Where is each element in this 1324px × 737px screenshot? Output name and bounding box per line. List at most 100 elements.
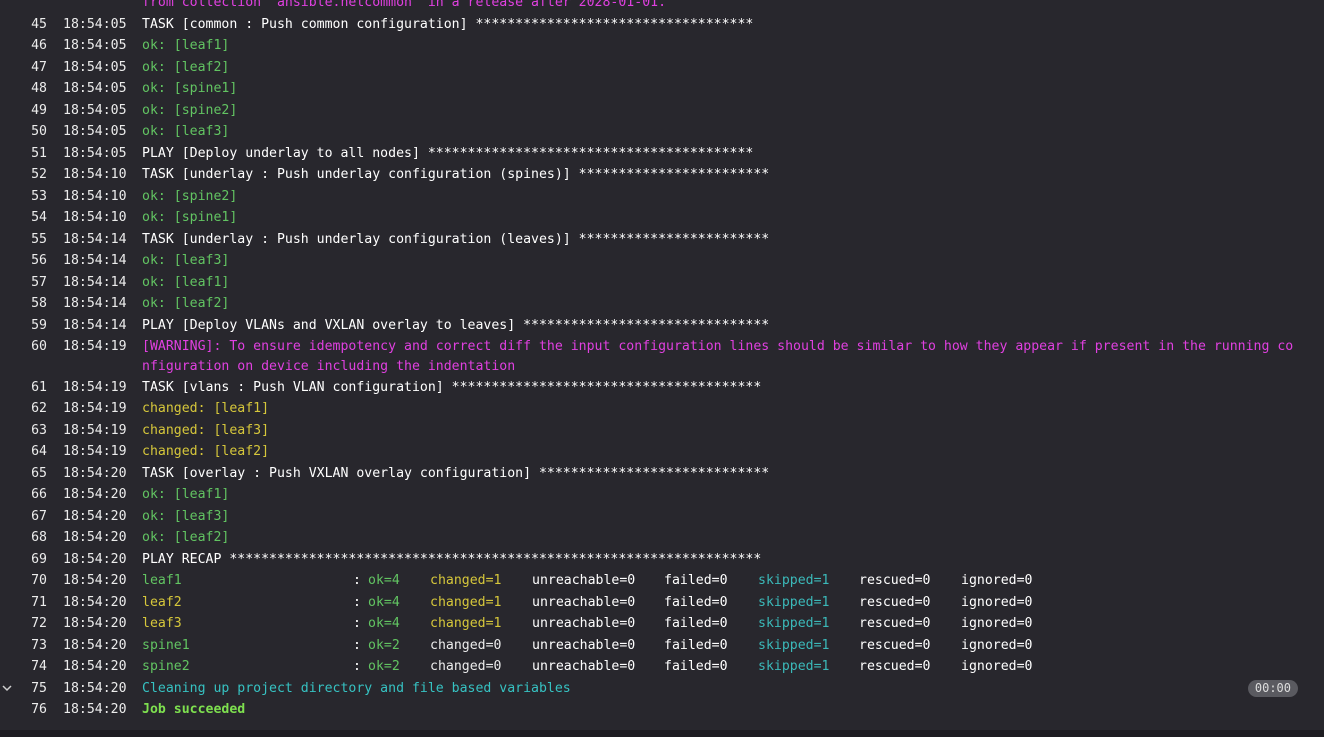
line-number: 56 [31, 253, 47, 268]
line-text: ok: [leaf2] [142, 530, 230, 545]
line-text: changed: [leaf1] [142, 401, 270, 416]
log-line: 65 18:54:20 TASK [overlay : Push VXLAN ove… [0, 463, 1324, 485]
log-line: 60 18:54:19 [WARNING]: To ensure idempoten… [0, 336, 1324, 377]
recap-failed: failed=0 [664, 594, 728, 610]
line-number: 52 [31, 167, 47, 182]
recap-changed: changed=0 [430, 659, 502, 674]
recap-unreach: unreachable=0 [532, 594, 636, 610]
line-number: 50 [31, 124, 47, 139]
line-timestamp: 18:54:19 [63, 422, 127, 438]
log-line: 62 18:54:19 changed: [leaf1] [0, 398, 1324, 420]
log-line: 69 18:54:20 PLAY RECAP *******************… [0, 549, 1324, 571]
line-text: ok: [spine1] [142, 81, 238, 96]
line-text: Job succeeded [142, 702, 246, 717]
line-text: ok: [leaf1] [142, 38, 230, 53]
line-timestamp: 18:54:10 [63, 210, 127, 225]
recap-failed: failed=0 [664, 637, 728, 653]
section-duration-badge: 00:00 [1247, 679, 1298, 697]
log-line: 63 18:54:19 changed: [leaf3] [0, 420, 1324, 442]
log-line: 72 18:54:20 leaf3: ok=4 changed=1 unreachable… [0, 613, 1324, 635]
line-timestamp: 18:54:05 [63, 124, 127, 139]
recap-unreach: unreachable=0 [532, 637, 636, 653]
line-timestamp: 18:54:20 [63, 637, 127, 653]
line-timestamp: 18:54:14 [63, 296, 127, 311]
recap-skipped: skipped=1 [758, 573, 830, 588]
recap-rescued: rescued=0 [859, 637, 931, 653]
line-timestamp: 18:54:19 [63, 444, 127, 459]
recap-sep: : [353, 616, 361, 631]
line-timestamp: 18:54:20 [63, 551, 127, 567]
line-text: TASK [underlay : Push underlay configura… [142, 167, 770, 182]
recap-sep: : [353, 594, 361, 610]
line-number: 62 [31, 401, 47, 416]
recap-ok: ok=4 [368, 573, 400, 588]
line-timestamp: 18:54:20 [63, 573, 127, 588]
log-line: 46 18:54:05 ok: [leaf1] [0, 35, 1324, 57]
line-number: 53 [31, 188, 47, 204]
line-timestamp: 18:54:14 [63, 253, 127, 268]
line-number: 72 [31, 616, 47, 631]
log-line: 51 18:54:05 PLAY [Deploy underlay to all n… [0, 143, 1324, 165]
recap-ignored: ignored=0 [961, 637, 1033, 653]
log-line: 73 18:54:20 spine1: ok=2 changed=0 unreachabl… [0, 635, 1324, 657]
recap-ignored: ignored=0 [961, 616, 1033, 631]
log-line: 74 18:54:20 spine2: ok=2 changed=0 unreachabl… [0, 656, 1324, 678]
line-number: 57 [31, 274, 47, 290]
line-text: ok: [leaf2] [142, 59, 230, 75]
line-text: ok: [leaf3] [142, 253, 230, 268]
recap-changed: changed=1 [430, 573, 502, 588]
line-text: TASK [vlans : Push VLAN configuration] *… [142, 379, 762, 395]
line-text: ok: [leaf2] [142, 296, 230, 311]
line-number: 66 [31, 487, 47, 502]
line-text: PLAY RECAP *****************************… [142, 551, 762, 567]
line-timestamp: 18:54:05 [63, 81, 127, 96]
line-number: 60 [31, 339, 47, 354]
log-line: 45 18:54:05 TASK [common : Push common con… [0, 14, 1324, 36]
line-number: 55 [31, 231, 47, 247]
recap-host: leaf1 [142, 573, 182, 588]
recap-skipped: skipped=1 [758, 594, 830, 610]
line-text: ok: [spine1] [142, 210, 238, 225]
log-bottom-bar [0, 730, 1324, 737]
recap-rescued: rescued=0 [859, 594, 931, 610]
line-number: 61 [31, 379, 47, 395]
recap-failed: failed=0 [664, 616, 728, 631]
line-timestamp: 18:54:20 [63, 680, 127, 696]
log-line: 53 18:54:10 ok: [spine2] [0, 186, 1324, 208]
log-line: 71 18:54:20 leaf2: ok=4 changed=1 unreachable… [0, 592, 1324, 614]
log-line: 66 18:54:20 ok: [leaf1] [0, 484, 1324, 506]
line-text: changed: [leaf2] [142, 444, 270, 459]
log-line: 56 18:54:14 ok: [leaf3] [0, 250, 1324, 272]
log-line: 76 18:54:20 Job succeeded [0, 699, 1324, 721]
recap-unreach: unreachable=0 [532, 616, 636, 631]
recap-host: spine1 [142, 637, 190, 653]
line-timestamp: 18:54:20 [63, 702, 127, 717]
line-timestamp: 18:54:19 [63, 339, 127, 354]
log-line: 64 18:54:19 changed: [leaf2] [0, 441, 1324, 463]
line-text: PLAY [Deploy underlay to all nodes] ****… [142, 145, 754, 161]
log-line[interactable]: 75 18:54:20 Cleaning up project directory … [0, 678, 1324, 700]
line-timestamp: 18:54:10 [63, 188, 127, 204]
line-timestamp: 18:54:20 [63, 594, 127, 610]
line-number: 67 [31, 508, 47, 524]
log-line: 58 18:54:14 ok: [leaf2] [0, 293, 1324, 315]
log-line: 61 18:54:19 TASK [vlans : Push VLAN config… [0, 377, 1324, 399]
recap-sep: : [353, 573, 361, 588]
log-line: 70 18:54:20 leaf1: ok=4 changed=1 unreachable… [0, 570, 1324, 592]
recap-rescued: rescued=0 [859, 573, 931, 588]
recap-sep: : [353, 637, 361, 653]
line-timestamp: 18:54:05 [63, 102, 127, 118]
line-timestamp: 18:54:05 [63, 16, 127, 32]
log-line: 49 18:54:05 ok: [spine2] [0, 100, 1324, 122]
recap-failed: failed=0 [664, 659, 728, 674]
line-timestamp: 18:54:14 [63, 231, 127, 247]
log-line: 67 18:54:20 ok: [leaf3] [0, 506, 1324, 528]
line-text: ok: [leaf1] [142, 487, 230, 502]
line-text: TASK [common : Push common configuration… [142, 16, 754, 32]
line-timestamp: 18:54:20 [63, 465, 127, 481]
recap-host: spine2 [142, 659, 190, 674]
recap-skipped: skipped=1 [758, 637, 830, 653]
recap-host: leaf2 [142, 594, 182, 610]
line-number: 68 [31, 530, 47, 545]
line-timestamp: 18:54:20 [63, 508, 127, 524]
